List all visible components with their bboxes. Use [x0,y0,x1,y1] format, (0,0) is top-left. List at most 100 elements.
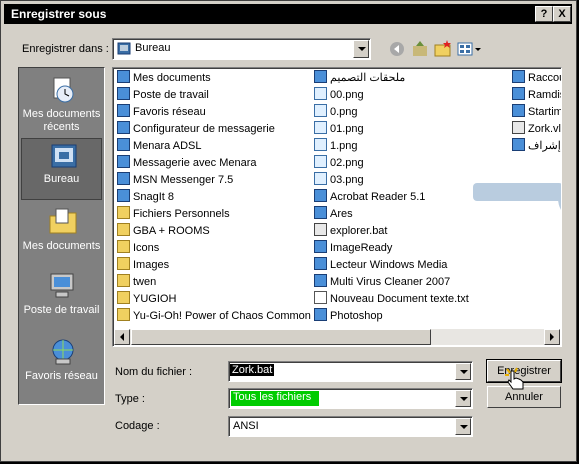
place-recent-documents[interactable]: Mes documents récents [21,72,102,134]
place-desktop[interactable]: Bureau [21,138,102,200]
watermark-logo [473,183,561,210]
file-name: Images [133,259,170,271]
file-list[interactable]: Mes documents Poste de travail Favoris rés… [112,67,562,347]
file-name: Ramdis [528,89,562,101]
shortcut-icon [117,189,130,202]
list-item[interactable]: YUGIOH [114,291,311,308]
list-item[interactable]: Mes documents [114,70,311,87]
file-name: ملحقات التصميم [330,72,406,84]
list-item[interactable]: twen [114,274,311,291]
new-folder-icon[interactable] [433,39,453,59]
network-places-icon [52,339,74,365]
scroll-left-button[interactable] [114,329,130,345]
list-item[interactable]: Startim [509,104,561,121]
file-name: Messagerie avec Menara [133,157,257,169]
list-item[interactable]: 01.png [311,121,469,138]
save-as-dialog: Enregistrer sous ? X Enregistrer dans : … [0,0,577,462]
list-item[interactable]: Icons [114,240,311,257]
scroll-right-button[interactable] [544,329,560,345]
shortcut-icon [314,257,327,270]
list-item[interactable]: MSN Messenger 7.5 [114,172,311,189]
place-label: Mes documents [22,240,101,252]
file-name: Favoris réseau [133,106,206,118]
file-name: Raccou [528,72,562,84]
place-my-documents[interactable]: Mes documents [21,204,102,266]
png-file-icon [314,172,327,185]
list-item[interactable]: 00.png [311,87,469,104]
file-name: GBA + ROOMS [133,225,210,237]
list-item[interactable]: Configurateur de messagerie [114,121,311,138]
list-item[interactable]: Favoris réseau [114,104,311,121]
my-computer-icon [50,273,74,298]
file-name: Ares [330,208,353,220]
folder-icon [117,257,130,270]
chevron-down-icon[interactable] [455,418,471,435]
place-label: Favoris réseau [25,370,98,382]
place-network[interactable]: Favoris réseau [21,334,102,396]
list-item[interactable]: Nouveau Document texte.txt [311,291,469,308]
list-item[interactable]: Zork.vl [509,121,561,138]
list-item[interactable]: 0.png [311,104,469,121]
file-name: ImageReady [330,242,393,254]
back-icon[interactable] [387,39,407,59]
file-name: Zork.vl [528,123,561,135]
help-button[interactable]: ? [535,6,553,22]
file-name: SnagIt 8 [133,191,174,203]
filename-input[interactable]: Zork.bat [228,361,473,382]
list-item[interactable]: Yu-Gi-Oh! Power of Chaos Common [114,308,311,325]
list-item[interactable]: ملحقات التصميم [311,70,469,87]
folder-icon [117,240,130,253]
png-file-icon [314,104,327,117]
shortcut-icon [512,104,525,117]
filetype-value: Tous les fichiers [231,391,319,406]
png-file-icon [314,138,327,151]
file-name: 02.png [330,157,364,169]
chevron-down-icon[interactable] [353,40,369,58]
shortcut-icon [117,155,130,168]
filetype-dropdown[interactable]: Tous les fichiers [228,388,473,409]
file-name: Poste de travail [133,89,209,101]
file-name: Photoshop [330,310,383,322]
png-file-icon [314,121,327,134]
place-label: Poste de travail [23,304,100,316]
save-in-dropdown[interactable]: Bureau [112,38,371,60]
place-label: Mes documents récents [22,108,101,133]
list-item[interactable]: Ramdis [509,87,562,104]
shortcut-icon [314,189,327,202]
window-title: Enregistrer sous [11,7,107,21]
shortcut-icon [512,87,525,100]
list-item[interactable]: Fichiers Personnels [114,206,311,223]
chevron-down-icon[interactable] [455,390,471,407]
places-bar: Mes documents récents Bureau Mes documen… [18,67,105,405]
list-item[interactable]: Images [114,257,311,274]
file-name: Menara ADSL [133,140,202,152]
view-menu-icon[interactable] [456,39,482,59]
list-item[interactable]: Lecteur Windows Media [311,257,469,274]
list-item[interactable]: Messagerie avec Menara [114,155,311,172]
hand-cursor-icon [505,367,524,390]
list-item[interactable]: Raccou [509,70,562,87]
close-button[interactable]: X [553,6,571,22]
list-item[interactable]: SnagIt 8 [114,189,311,206]
save-in-label: Enregistrer dans : [22,43,109,55]
up-folder-icon[interactable] [410,39,430,59]
list-item[interactable]: Poste de travail [114,87,311,104]
encoding-dropdown[interactable]: ANSI [228,416,473,437]
list-item[interactable]: GBA + ROOMS [114,223,311,240]
filename-label: Nom du fichier : [115,366,193,378]
file-name: Mes documents [133,72,211,84]
place-my-computer[interactable]: Poste de travail [21,268,102,330]
recent-documents-icon [53,77,74,103]
chevron-down-icon[interactable] [455,363,471,380]
scroll-thumb[interactable] [131,329,431,345]
list-item[interactable]: Photoshop [311,308,469,325]
file-name: Fichiers Personnels [133,208,230,220]
file-name: Multi Virus Cleaner 2007 [330,276,451,288]
list-item[interactable]: Multi Virus Cleaner 2007 [311,274,469,291]
horizontal-scrollbar[interactable] [114,329,560,345]
png-file-icon [314,87,327,100]
list-item[interactable]: Menara ADSL [114,138,311,155]
file-name: 0.png [330,106,358,118]
shortcut-icon [117,172,130,185]
folder-icon [117,223,130,236]
